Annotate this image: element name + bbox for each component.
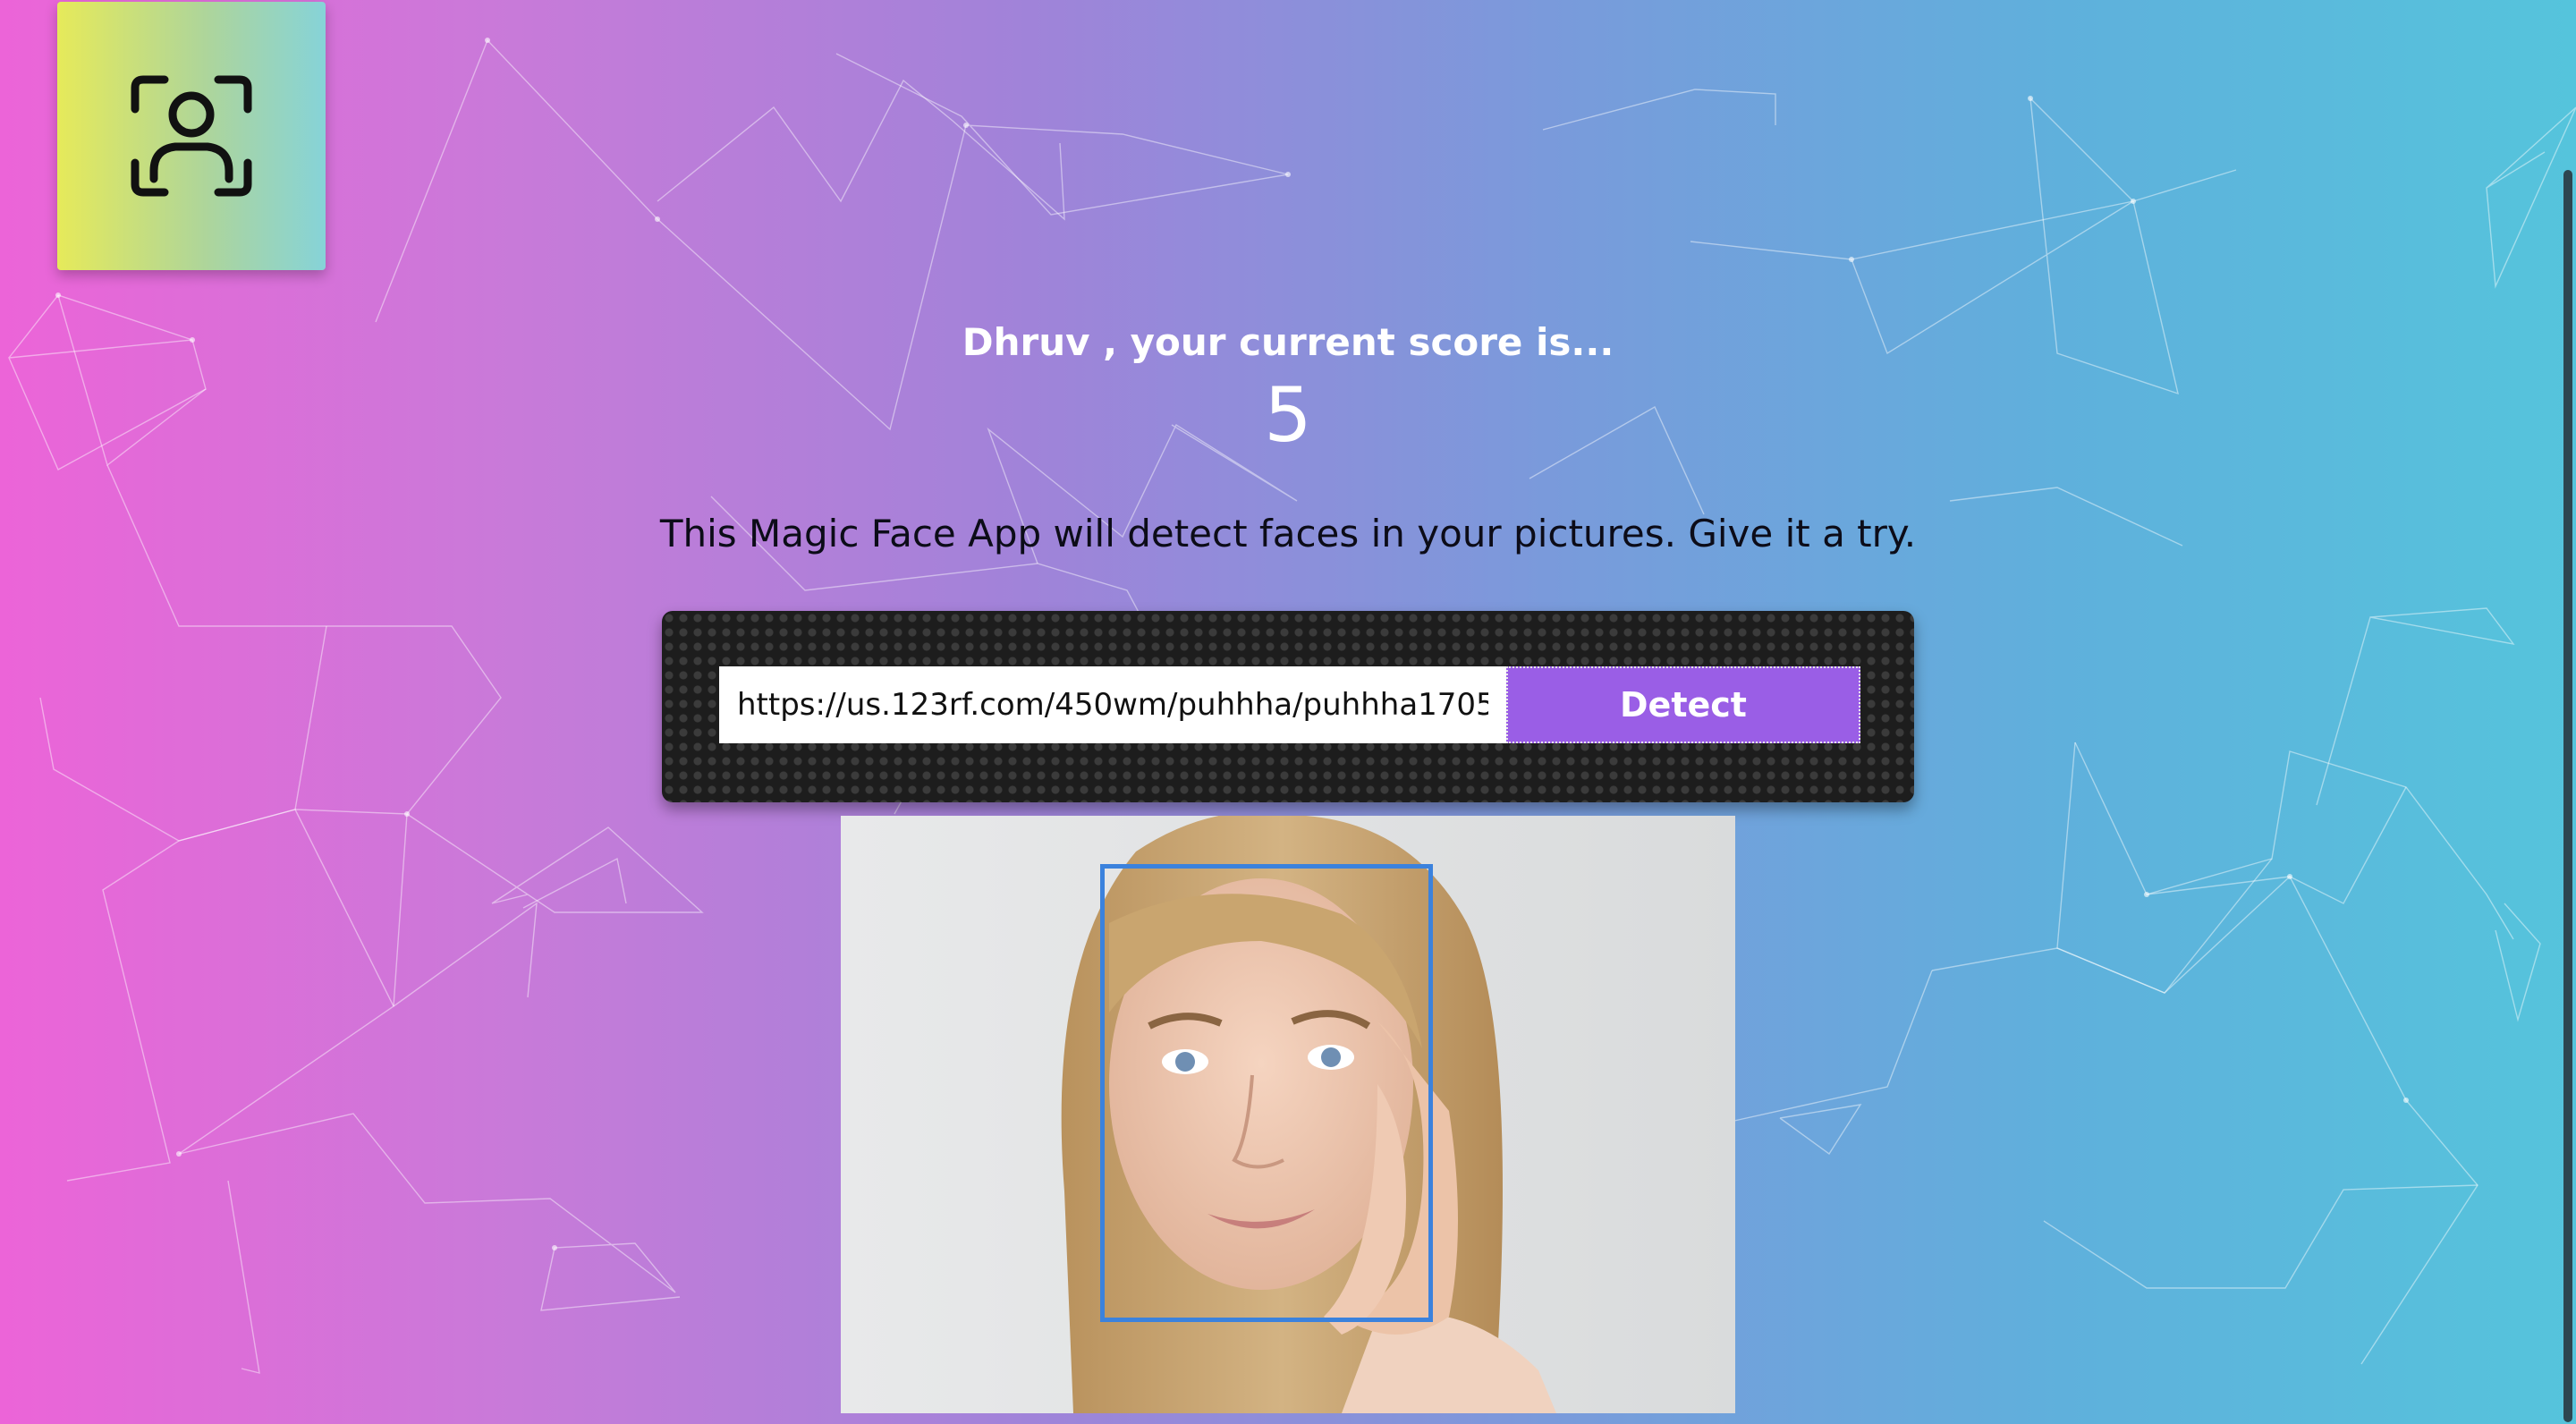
score-message: Dhruv , your current score is... bbox=[962, 320, 1614, 364]
page: Dhruv , your current score is... 5 This … bbox=[0, 0, 2576, 1424]
app-logo bbox=[57, 2, 326, 270]
result-image bbox=[841, 816, 1735, 1413]
scrollbar-thumb[interactable] bbox=[2563, 170, 2572, 1422]
intro-text: This Magic Face App will detect faces in… bbox=[659, 512, 1917, 555]
detect-button[interactable]: Detect bbox=[1506, 666, 1860, 743]
score-value: 5 bbox=[1264, 371, 1312, 459]
image-url-input[interactable] bbox=[719, 666, 1506, 743]
image-url-form: Detect bbox=[662, 611, 1914, 802]
page-scrollbar[interactable] bbox=[2556, 0, 2576, 1424]
face-bounding-box bbox=[1100, 864, 1433, 1322]
face-recognition-icon bbox=[131, 75, 252, 197]
